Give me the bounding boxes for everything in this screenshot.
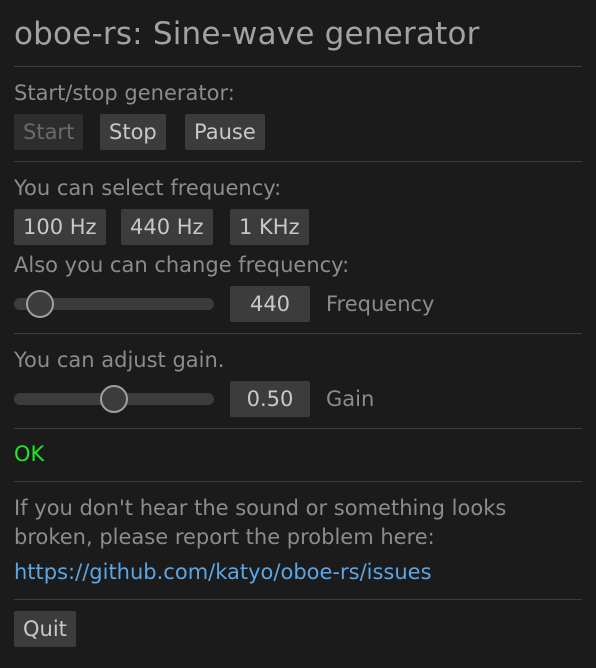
frequency-select-label: You can select frequency:	[14, 176, 282, 200]
frequency-100hz-button[interactable]: 100 Hz	[14, 209, 106, 245]
frequency-change-label: Also you can change frequency:	[14, 253, 350, 277]
status-text: OK	[14, 442, 45, 466]
divider	[14, 161, 582, 162]
divider	[14, 333, 582, 334]
frequency-1khz-button[interactable]: 1 KHz	[230, 209, 309, 245]
divider	[14, 66, 582, 67]
quit-button[interactable]: Quit	[14, 611, 76, 647]
slider-handle[interactable]	[100, 385, 128, 413]
issues-link[interactable]: https://github.com/katyo/oboe-rs/issues	[14, 558, 432, 587]
divider	[14, 428, 582, 429]
divider	[14, 481, 582, 482]
gain-value-field[interactable]: 0.50	[230, 381, 310, 417]
start-button[interactable]: Start	[14, 114, 84, 150]
gain-value-label: Gain	[326, 387, 375, 411]
frequency-value-field[interactable]: 440	[230, 286, 310, 322]
frequency-value-label: Frequency	[326, 292, 435, 316]
stop-button[interactable]: Stop	[100, 114, 166, 150]
divider	[14, 599, 582, 600]
frequency-440hz-button[interactable]: 440 Hz	[121, 209, 213, 245]
frequency-slider[interactable]	[14, 290, 214, 318]
gain-label: You can adjust gain.	[14, 348, 225, 372]
gain-slider[interactable]	[14, 385, 214, 413]
pause-button[interactable]: Pause	[185, 114, 265, 150]
report-message: If you don't hear the sound or something…	[14, 496, 507, 549]
page-title: oboe-rs: Sine-wave generator	[14, 16, 480, 52]
generator-section-label: Start/stop generator:	[14, 81, 235, 105]
slider-handle[interactable]	[26, 290, 54, 318]
